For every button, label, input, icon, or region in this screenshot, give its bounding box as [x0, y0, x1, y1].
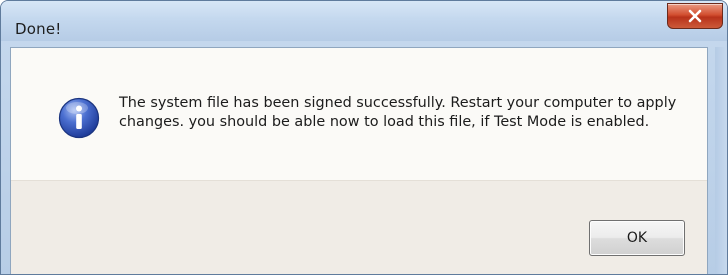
ok-button[interactable]: OK — [589, 220, 685, 256]
button-bar: OK — [11, 180, 707, 274]
message-dialog: Done! The system file has been signed su… — [0, 0, 728, 275]
info-icon — [58, 97, 100, 139]
dialog-title: Done! — [15, 20, 62, 38]
close-icon — [688, 9, 702, 23]
window-frame-edge — [715, 47, 727, 274]
title-bar[interactable]: Done! — [1, 1, 727, 41]
close-button[interactable] — [667, 3, 723, 29]
message-area: The system file has been signed successf… — [11, 48, 707, 180]
dialog-body: The system file has been signed successf… — [10, 47, 708, 274]
message-text: The system file has been signed successf… — [119, 95, 677, 130]
